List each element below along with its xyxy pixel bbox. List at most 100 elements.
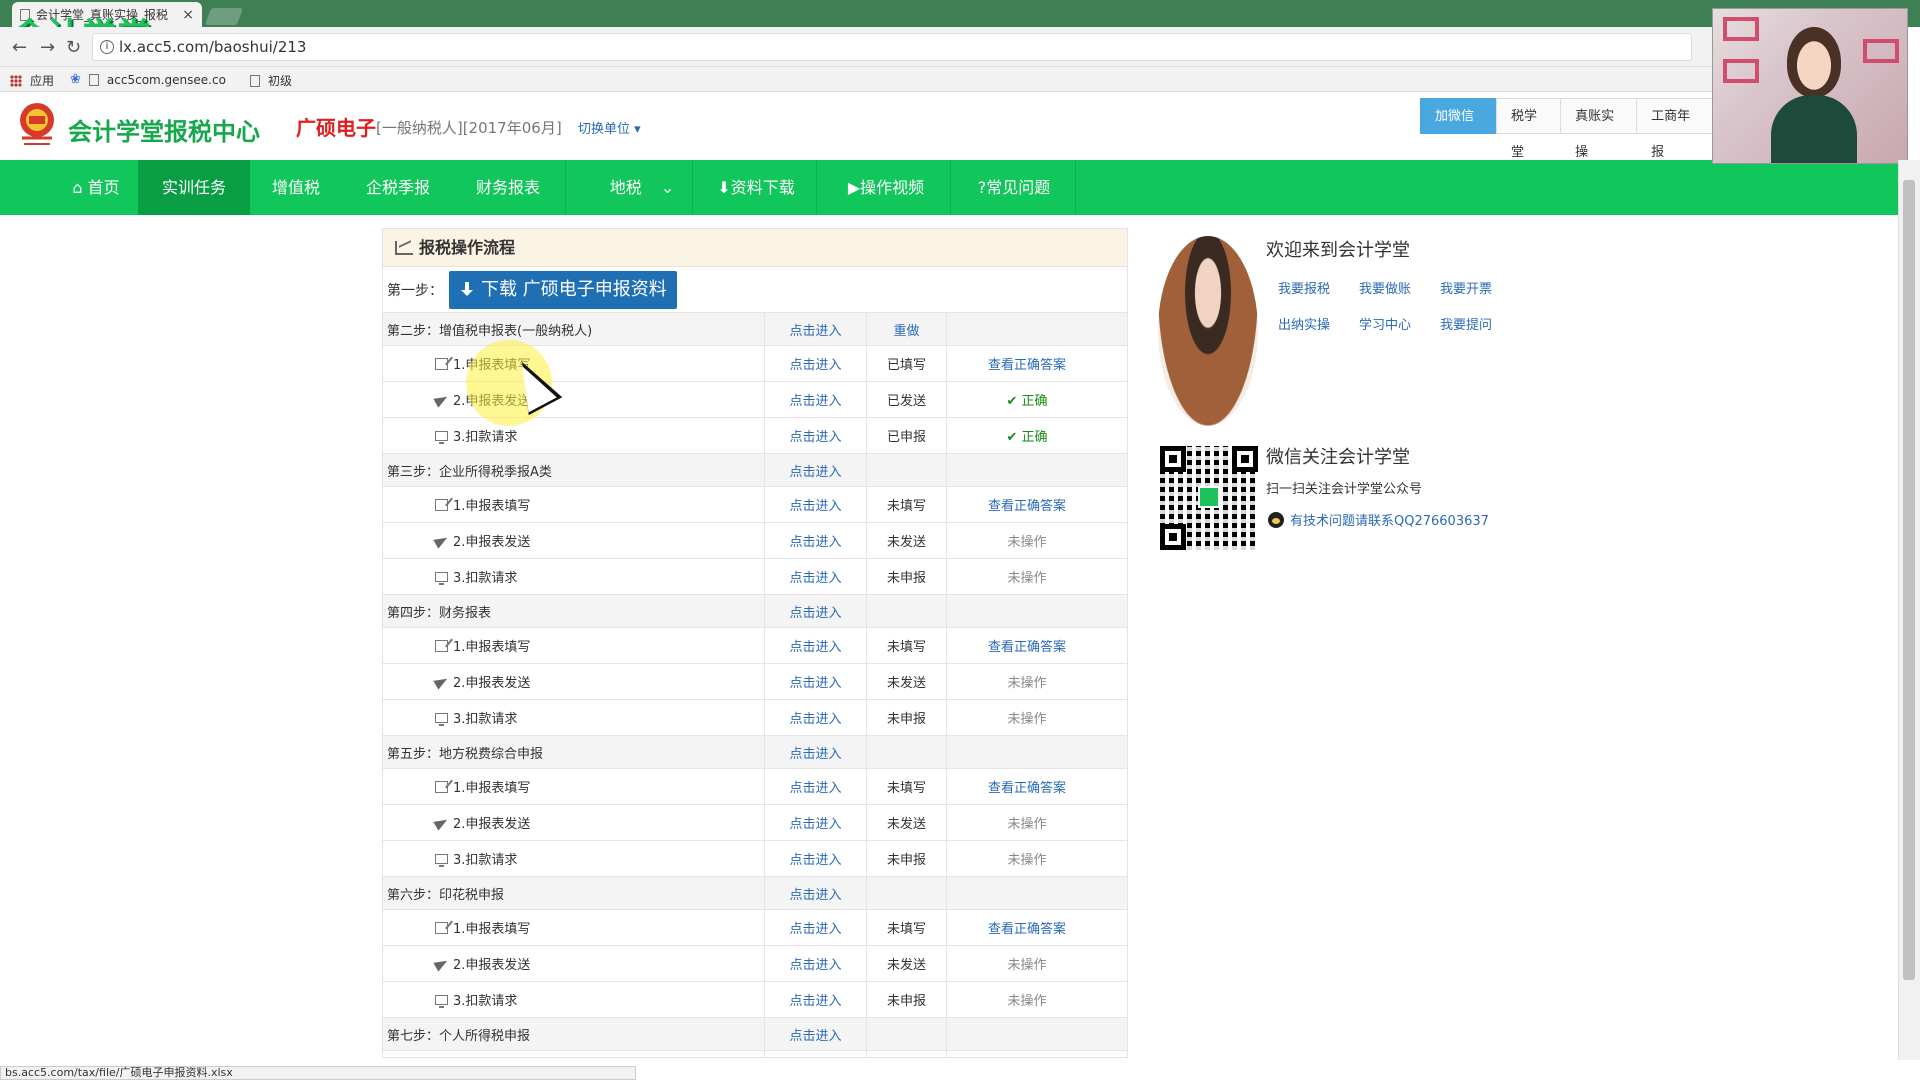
bookmark-chuji[interactable]: 初级 [250,72,292,89]
apps-grid-icon [10,74,22,87]
sub-step-label: 2.申报表发送 [383,523,765,558]
nav-faq[interactable]: ?常见问题 [964,160,1064,215]
info-icon[interactable]: i [100,40,114,54]
page-scrollbar[interactable] [1898,160,1920,1060]
nav-home[interactable]: ⌂ 首页 [52,160,140,215]
nav-vat[interactable]: 增值税 [250,160,342,215]
sub-step-label: 1.申报表填写 [383,487,765,522]
view-answer-link[interactable]: 查看正确答案 [988,495,1066,514]
quick-link-cashier[interactable]: 出纳实操 [1278,314,1359,350]
step-group-row: 第二步：增值税申报表(一般纳税人) 点击进入 重做 [383,313,1127,346]
sub-step-result: 未操作 [947,841,1107,876]
step-redo-link[interactable] [867,736,947,768]
sub-step-text: 2.申报表发送 [453,958,531,973]
sub-step-enter-link[interactable]: 点击进入 [765,523,867,558]
annual-report-button[interactable]: 工商年报 [1636,98,1714,160]
join-wechat-group-button[interactable]: 加微信群 [1420,98,1497,160]
status-bar: bs.acc5.com/tax/file/广硕电子申报资料.xlsx [0,1066,636,1080]
sub-step-result: 查看正确答案 [947,1051,1107,1057]
back-arrow-icon[interactable]: ← [12,37,27,58]
view-answer-link[interactable]: 查看正确答案 [988,918,1066,937]
view-answer-link[interactable]: 查看正确答案 [988,777,1066,796]
nav-local-tax[interactable]: 地税 ⌄ [592,160,692,215]
switch-unit-link[interactable]: 切换单位 ▾ [578,118,641,137]
tax-school-button[interactable]: 税学堂 [1495,98,1562,160]
real-account-practice-button[interactable]: 真账实操 [1560,98,1638,160]
sub-step-enter-link[interactable]: 点击进入 [765,805,867,840]
sub-step-enter-link[interactable]: 点击进入 [765,487,867,522]
quick-link-bookkeeping[interactable]: 我要做账 [1359,278,1440,314]
site-title[interactable]: 会计学堂报税中心 [68,112,260,147]
sub-step-enter-link[interactable]: 点击进入 [765,841,867,876]
step-empty-cell [947,313,1107,345]
sub-step-enter-link[interactable]: 点击进入 [765,1051,867,1057]
step-enter-link[interactable]: 点击进入 [765,313,867,345]
page-icon [250,74,260,87]
sub-step-text: 2.申报表发送 [453,535,531,550]
scrollbar-thumb[interactable] [1903,180,1915,980]
nav-download-materials[interactable]: ⬇资料下载 [708,160,804,215]
presenter-body [1771,95,1857,163]
site-header: 会计学堂报税中心 广硕电子 [一般纳税人][2017年06月] 切换单位 ▾ 加… [0,92,1714,160]
sub-step-text: 2.申报表发送 [453,676,531,691]
bookmark-apps[interactable]: 应用 [10,72,54,89]
qr-finder [1160,446,1186,472]
step-redo-link[interactable] [867,1018,947,1050]
nav-financial-statements[interactable]: 财务报表 [462,160,554,215]
step-redo-link[interactable] [867,595,947,627]
sub-step-enter-link[interactable]: 点击进入 [765,664,867,699]
quick-link-invoice[interactable]: 我要开票 [1440,278,1521,314]
sub-step-result: 未操作 [947,805,1107,840]
url-input[interactable]: i lx.acc5.com/baoshui/213 [92,33,1692,61]
view-answer-link[interactable]: 查看正确答案 [988,354,1066,373]
reload-icon[interactable]: ↻ [66,37,81,58]
quick-link-file-tax[interactable]: 我要报税 [1278,278,1359,314]
forward-arrow-icon[interactable]: → [40,37,55,58]
sub-step-enter-link[interactable]: 点击进入 [765,559,867,594]
sub-step-enter-link[interactable]: 点击进入 [765,700,867,735]
view-answer-link[interactable]: 查看正确答案 [988,636,1066,655]
bookmark-gensee[interactable]: ❀ acc5com.gensee.co [70,72,226,87]
step-sub-row: 2.申报表发送 点击进入 未发送 未操作 [383,664,1127,700]
sub-step-enter-link[interactable]: 点击进入 [765,418,867,453]
sub-step-status: 未填写 [867,487,947,522]
quick-link-learning-center[interactable]: 学习中心 [1359,314,1440,350]
step-enter-link[interactable]: 点击进入 [765,454,867,486]
tab-close-icon[interactable]: × [182,7,194,23]
page-icon [88,73,99,86]
nav-operation-videos[interactable]: ▶操作视频 [836,160,936,215]
send-icon [435,394,448,406]
sub-step-enter-link[interactable]: 点击进入 [765,628,867,663]
new-tab-button[interactable] [204,8,244,25]
quick-link-ask-question[interactable]: 我要提问 [1440,314,1521,350]
sub-step-enter-link[interactable]: 点击进入 [765,910,867,945]
sub-step-enter-link[interactable]: 点击进入 [765,946,867,981]
send-icon [435,958,448,970]
nav-divider [565,160,566,215]
step-empty-cell [947,877,1107,909]
sub-step-enter-link[interactable]: 点击进入 [765,346,867,381]
step-enter-link[interactable]: 点击进入 [765,595,867,627]
nav-training-tasks[interactable]: 实训任务 [138,160,250,215]
step-enter-link[interactable]: 点击进入 [765,736,867,768]
step-empty-cell [947,454,1107,486]
company-name: 广硕电子 [296,116,376,140]
download-materials-button[interactable]: 下载 广硕电子申报资料 [449,270,677,309]
sub-step-label: 1.申报表填写 [383,346,765,381]
download-button-label: 下载 广硕电子申报资料 [481,278,667,300]
step-enter-link[interactable]: 点击进入 [765,877,867,909]
check-icon: ✔ [1006,430,1018,445]
sub-step-enter-link[interactable]: 点击进入 [765,382,867,417]
sub-step-text: 1.申报表填写 [453,640,531,655]
step-redo-link[interactable]: 重做 [867,313,947,345]
sub-step-enter-link[interactable]: 点击进入 [765,982,867,1017]
step-enter-link[interactable]: 点击进入 [765,1018,867,1050]
step-group-row: 第四步：财务报表 点击进入 [383,595,1127,628]
qq-contact-link[interactable]: 有技术问题请联系QQ276603637 [1268,510,1489,529]
step-sub-row: 1.申报表填写 点击进入未填写 查看正确答案 [383,628,1127,664]
step-redo-link[interactable] [867,877,947,909]
nav-corporate-quarterly[interactable]: 企税季报 [352,160,444,215]
step-redo-link[interactable] [867,454,947,486]
sub-step-enter-link[interactable]: 点击进入 [765,769,867,804]
edit-icon [435,780,448,793]
